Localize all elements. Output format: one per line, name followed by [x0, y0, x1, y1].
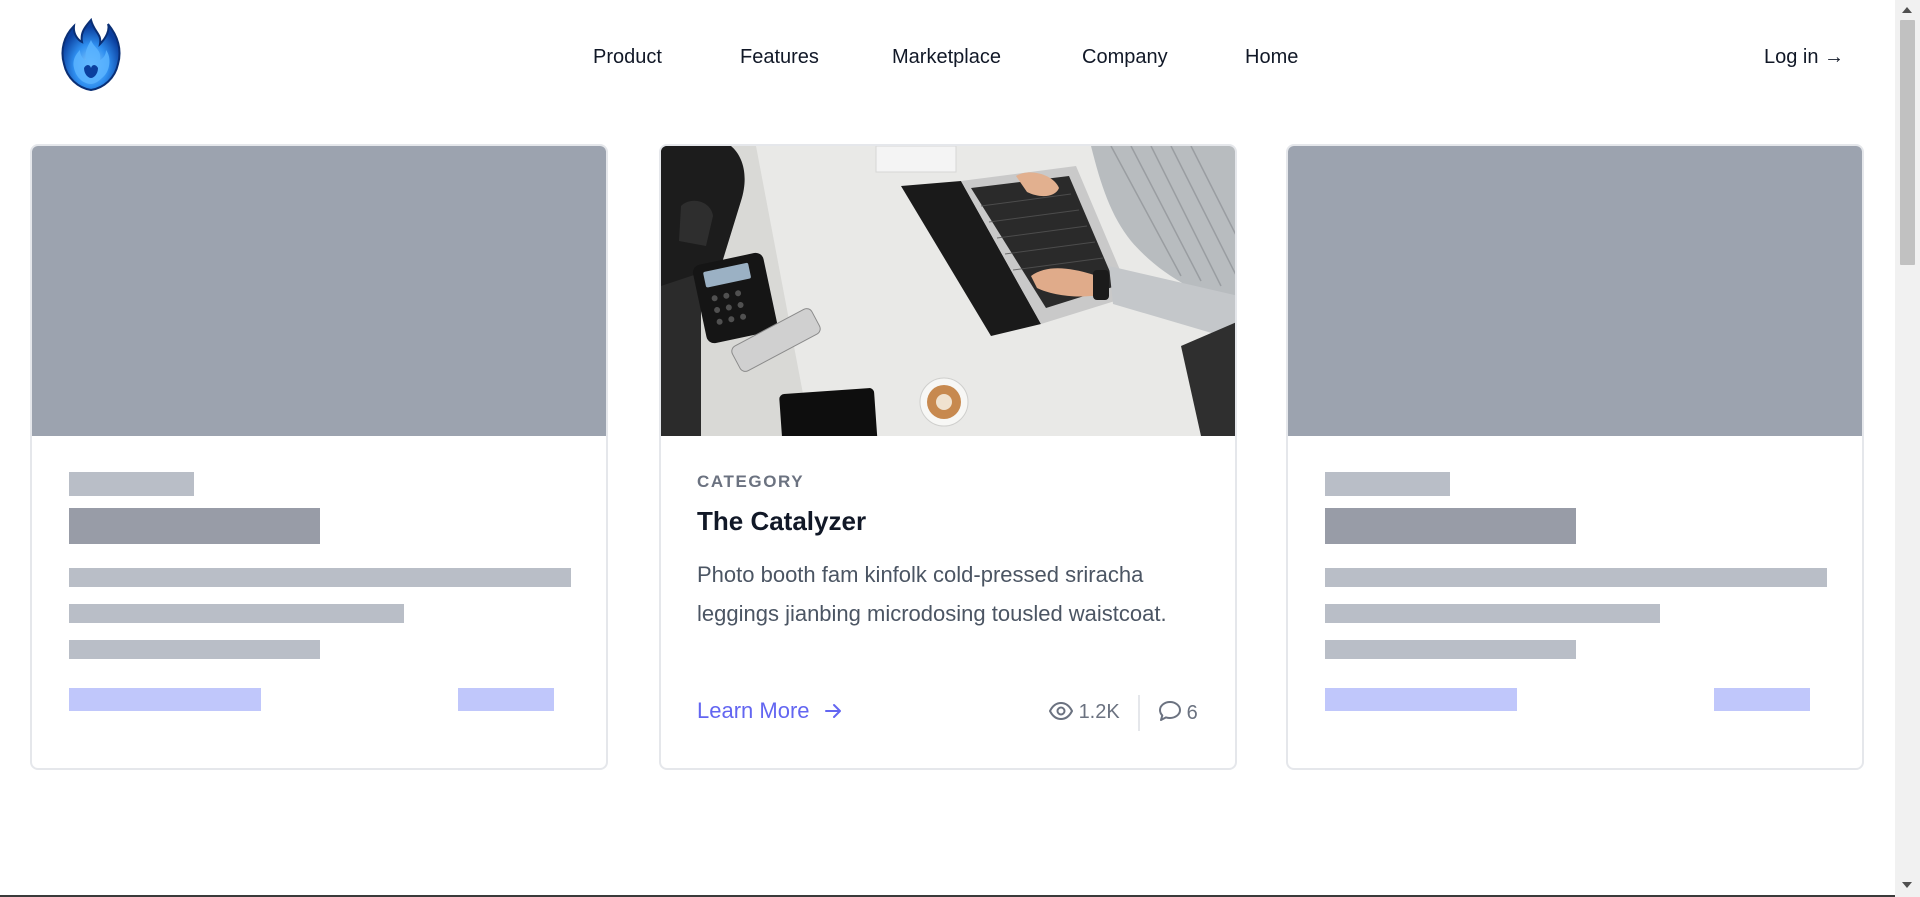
nav-item-company[interactable]: Company	[1082, 46, 1168, 69]
comment-icon	[1159, 701, 1187, 724]
nav-item-product[interactable]: Product	[593, 46, 662, 69]
card-footer: Learn More 1.2K 6	[697, 695, 1203, 734]
card-description: Photo booth fam kinfolk cold-pressed sri…	[697, 562, 1167, 626]
text-placeholder-line	[1325, 640, 1576, 659]
image-placeholder	[1288, 146, 1862, 436]
text-placeholder-line	[69, 604, 404, 623]
card-content: CATEGORY The Catalyzer Photo booth fam k…	[697, 472, 1203, 633]
scroll-down-arrow-icon[interactable]	[1902, 882, 1912, 888]
card-skeleton-right	[1286, 144, 1864, 770]
text-placeholder-line	[1325, 568, 1827, 587]
laptop-desk-photo	[661, 146, 1235, 436]
comments-count: 6	[1159, 701, 1198, 725]
vertical-scrollbar[interactable]	[1895, 0, 1920, 897]
category-placeholder	[69, 472, 194, 496]
views-value: 1.2K	[1078, 701, 1120, 723]
card-featured: CATEGORY The Catalyzer Photo booth fam k…	[659, 144, 1237, 770]
link-placeholder	[69, 688, 261, 711]
eye-icon	[1048, 701, 1079, 723]
nav-item-marketplace[interactable]: Marketplace	[892, 46, 1001, 69]
text-placeholder-line	[69, 568, 571, 587]
nav-item-home[interactable]: Home	[1245, 46, 1298, 69]
category-placeholder	[1325, 472, 1450, 496]
text-placeholder-line	[1325, 604, 1660, 623]
arrow-right-icon	[820, 701, 844, 723]
card-category: CATEGORY	[697, 472, 805, 491]
link-placeholder	[1325, 688, 1517, 711]
login-link[interactable]: Log in →	[1764, 46, 1844, 69]
stats-divider	[1138, 695, 1140, 731]
nav-item-features[interactable]: Features	[740, 46, 819, 69]
learn-more-label: Learn More	[697, 698, 810, 723]
stats-placeholder	[1714, 688, 1810, 711]
stats-placeholder	[458, 688, 554, 711]
scrollbar-thumb[interactable]	[1900, 20, 1915, 265]
scroll-up-arrow-icon[interactable]	[1902, 7, 1912, 13]
views-count: 1.2K	[1048, 701, 1120, 724]
title-placeholder	[69, 508, 320, 544]
card-skeleton-left	[30, 144, 608, 770]
site-header: Product Features Marketplace Company Hom…	[0, 0, 1895, 120]
title-placeholder	[1325, 508, 1576, 544]
main-nav: Product Features Marketplace Company Hom…	[0, 46, 1895, 76]
learn-more-link[interactable]: Learn More	[697, 698, 843, 724]
text-placeholder-line	[69, 640, 320, 659]
image-placeholder	[32, 146, 606, 436]
comments-value: 6	[1186, 702, 1198, 724]
card-title: The Catalyzer	[697, 506, 867, 536]
